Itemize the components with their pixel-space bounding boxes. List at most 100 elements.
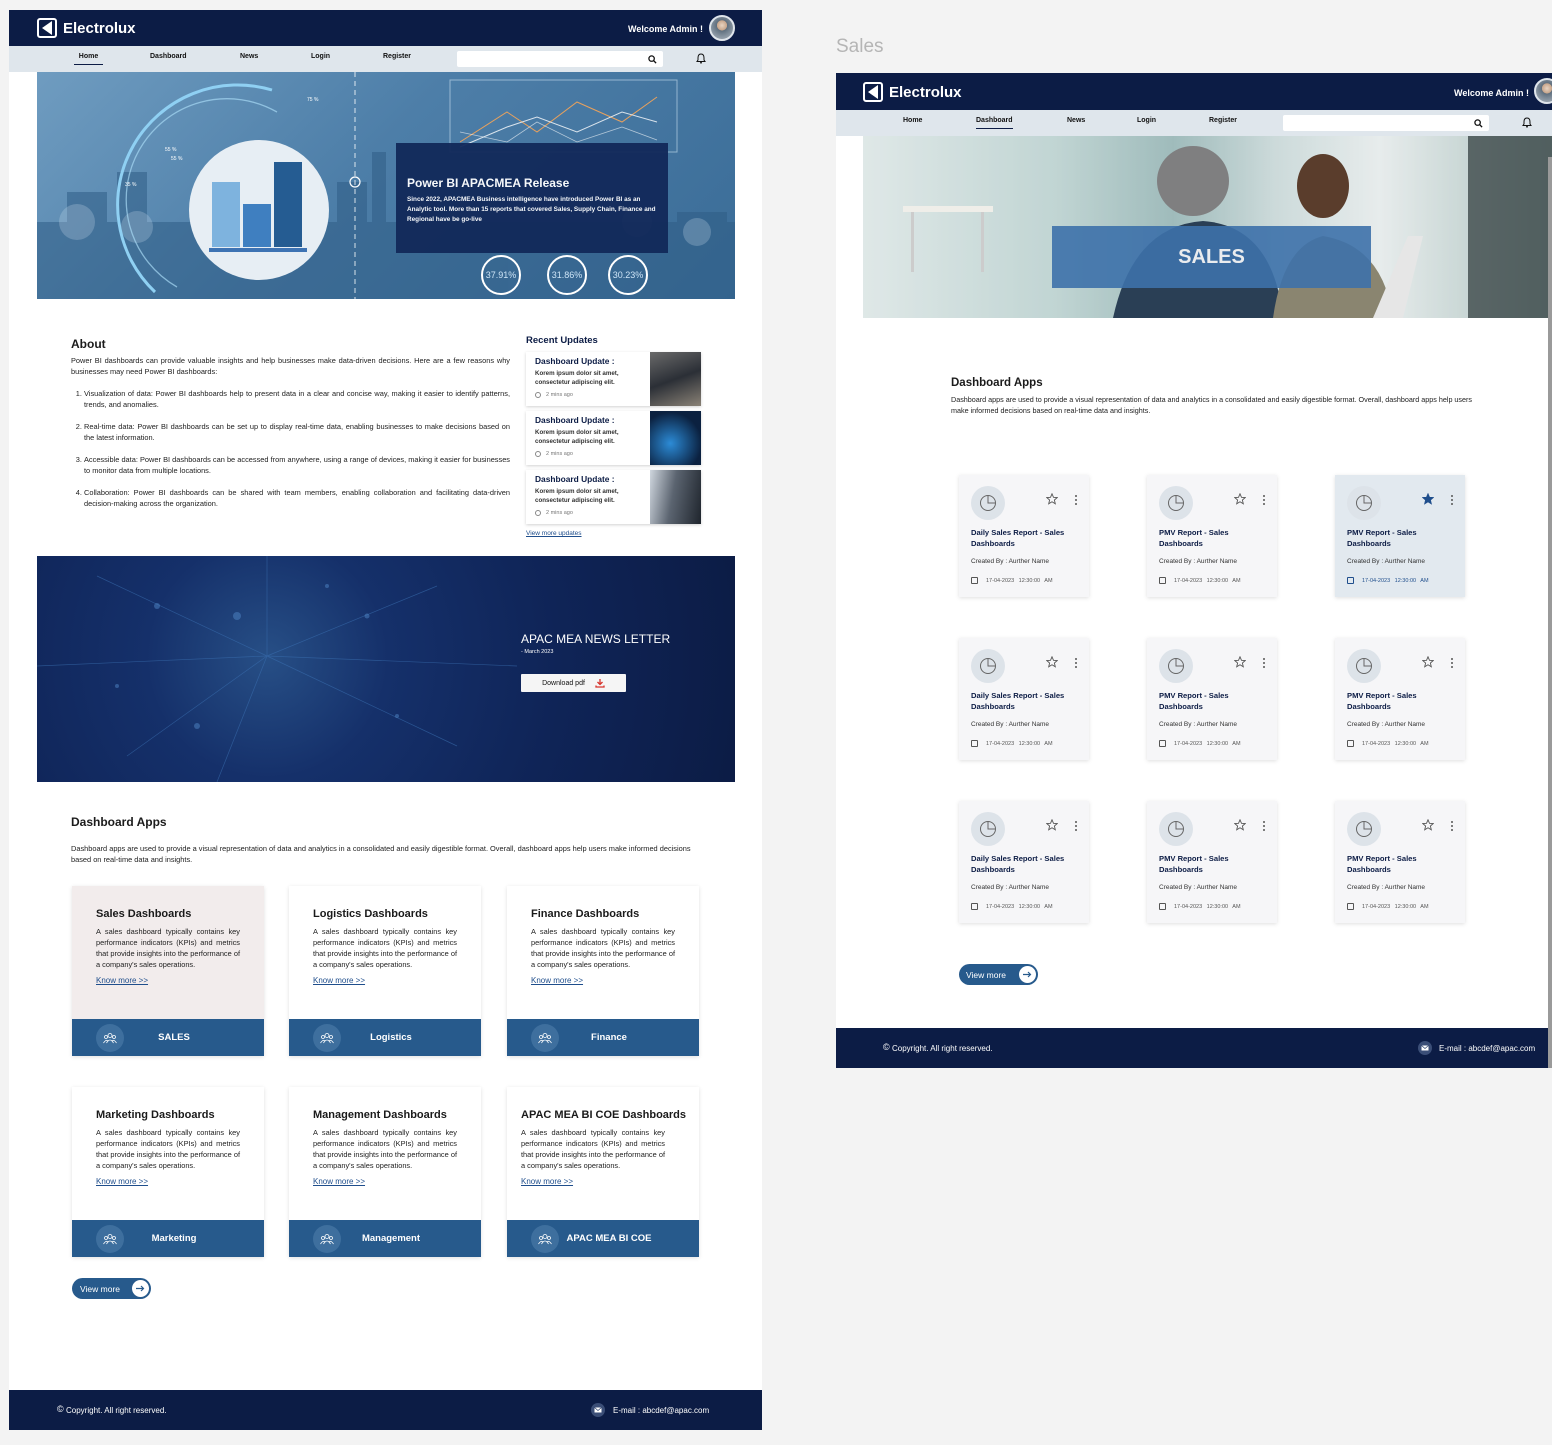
page-label-sales: Sales (836, 36, 884, 57)
arrow-right-icon (132, 1280, 149, 1297)
card-action-bar[interactable]: Logistics (289, 1019, 481, 1056)
download-pdf-button[interactable]: Download pdf (521, 674, 626, 692)
card-label: SALES (158, 1032, 190, 1043)
more-options-icon[interactable] (1451, 821, 1454, 833)
card-action-bar[interactable]: Management (289, 1220, 481, 1257)
newsletter-background-graphic (37, 556, 518, 782)
view-more-button[interactable]: View more (959, 964, 1038, 985)
more-options-icon[interactable] (1263, 495, 1266, 507)
know-more-link[interactable]: Know more >> (313, 1177, 365, 1186)
card-action-bar[interactable]: APAC MEA BI COE (507, 1220, 699, 1257)
avatar[interactable] (1534, 78, 1552, 104)
search-icon[interactable] (648, 55, 657, 64)
card-action-bar[interactable]: SALES (72, 1019, 264, 1056)
search-input[interactable] (457, 51, 663, 67)
report-card[interactable]: PMV Report - Sales Dashboards Created By… (1335, 475, 1465, 597)
more-options-icon[interactable] (1075, 658, 1078, 670)
star-icon[interactable] (1046, 656, 1058, 668)
more-options-icon[interactable] (1075, 821, 1078, 833)
nav-news[interactable]: News (240, 53, 258, 64)
nav-news[interactable]: News (1067, 117, 1085, 128)
nav-dashboard[interactable]: Dashboard (150, 53, 187, 64)
search-icon[interactable] (1474, 119, 1483, 128)
sales-banner-title: SALES (1178, 245, 1245, 268)
know-more-link[interactable]: Know more >> (96, 976, 148, 985)
report-card[interactable]: Daily Sales Report - Sales Dashboards Cr… (959, 475, 1089, 597)
category-card-sales[interactable]: Sales Dashboards A sales dashboard typic… (72, 886, 264, 1056)
star-filled-icon[interactable] (1422, 493, 1434, 505)
card-label: Finance (591, 1032, 627, 1043)
scrollbar[interactable] (1548, 157, 1552, 1068)
star-icon[interactable] (1422, 656, 1434, 668)
star-icon[interactable] (1234, 819, 1246, 831)
report-card[interactable]: PMV Report - Sales Dashboards Created By… (1335, 638, 1465, 760)
report-card[interactable]: Daily Sales Report - Sales Dashboards Cr… (959, 801, 1089, 923)
update-body: Korem ipsum dolor sit amet, consectetur … (535, 370, 619, 386)
nav-register[interactable]: Register (1209, 117, 1237, 128)
know-more-link[interactable]: Know more >> (531, 976, 583, 985)
view-more-updates-link[interactable]: View more updates (526, 530, 582, 537)
update-card-2[interactable]: Dashboard Update : Korem ipsum dolor sit… (526, 411, 701, 465)
mail-icon (1418, 1041, 1432, 1055)
nav-bar: Home Dashboard News Login Register (9, 46, 762, 72)
about-title: About (71, 337, 106, 351)
star-icon[interactable] (1046, 819, 1058, 831)
category-card-logistics[interactable]: Logistics Dashboards A sales dashboard t… (289, 886, 481, 1056)
nav-home[interactable]: Home (903, 117, 922, 128)
pie-chart-icon (1347, 812, 1381, 846)
card-label: APAC MEA BI COE (566, 1233, 652, 1244)
more-options-icon[interactable] (1451, 658, 1454, 670)
report-author: Created By : Aurther Name (971, 721, 1050, 728)
star-icon[interactable] (1234, 493, 1246, 505)
card-action-bar[interactable]: Finance (507, 1019, 699, 1056)
email-link[interactable]: E-mail : abcdef@apac.com (1439, 1044, 1535, 1053)
more-options-icon[interactable] (1263, 821, 1266, 833)
report-card[interactable]: Daily Sales Report - Sales Dashboards Cr… (959, 638, 1089, 760)
report-date: 17-04-2023 12:30:00 AM (986, 904, 1053, 910)
clock-icon (535, 392, 541, 398)
know-more-link[interactable]: Know more >> (313, 976, 365, 985)
nav-home[interactable]: Home (74, 53, 103, 65)
category-card-bi-coe[interactable]: APAC MEA BI COE Dashboards A sales dashb… (507, 1087, 699, 1257)
view-more-button[interactable]: View more (72, 1278, 151, 1299)
bar-chart-medallion (189, 140, 329, 280)
star-icon[interactable] (1046, 493, 1058, 505)
brand-logo[interactable]: Electrolux (863, 82, 962, 102)
update-time: 2 mins ago (546, 392, 573, 398)
know-more-link[interactable]: Know more >> (96, 1177, 148, 1186)
card-label: Management (361, 1233, 421, 1244)
bell-icon[interactable] (1522, 117, 1532, 128)
update-card-3[interactable]: Dashboard Update : Korem ipsum dolor sit… (526, 470, 701, 524)
report-card[interactable]: PMV Report - Sales Dashboards Created By… (1147, 801, 1277, 923)
more-options-icon[interactable] (1075, 495, 1078, 507)
email-link[interactable]: E-mail : abcdef@apac.com (613, 1406, 709, 1415)
calendar-icon (971, 577, 978, 584)
update-card-1[interactable]: Dashboard Update : Korem ipsum dolor sit… (526, 352, 701, 406)
welcome-text: Welcome Admin ! (628, 24, 704, 34)
nav-login[interactable]: Login (311, 53, 330, 64)
category-card-management[interactable]: Management Dashboards A sales dashboard … (289, 1087, 481, 1257)
nav-dashboard[interactable]: Dashboard (976, 117, 1013, 129)
dashboard-apps-title: Dashboard Apps (71, 815, 167, 829)
star-icon[interactable] (1234, 656, 1246, 668)
category-card-marketing[interactable]: Marketing Dashboards A sales dashboard t… (72, 1087, 264, 1257)
report-card[interactable]: PMV Report - Sales Dashboards Created By… (1335, 801, 1465, 923)
more-options-icon[interactable] (1451, 495, 1454, 507)
report-title: PMV Report - Sales Dashboards (1159, 854, 1229, 874)
brand-logo[interactable]: Electrolux (37, 18, 136, 38)
report-card[interactable]: PMV Report - Sales Dashboards Created By… (1147, 475, 1277, 597)
report-title: PMV Report - Sales Dashboards (1347, 691, 1417, 711)
avatar[interactable] (709, 15, 735, 41)
star-icon[interactable] (1422, 819, 1434, 831)
search-input[interactable] (1283, 115, 1489, 131)
bell-icon[interactable] (696, 53, 706, 64)
update-thumbnail (650, 470, 701, 524)
pie-chart-icon (1347, 486, 1381, 520)
more-options-icon[interactable] (1263, 658, 1266, 670)
nav-register[interactable]: Register (383, 53, 411, 64)
category-card-finance[interactable]: Finance Dashboards A sales dashboard typ… (507, 886, 699, 1056)
card-action-bar[interactable]: Marketing (72, 1220, 264, 1257)
nav-login[interactable]: Login (1137, 117, 1156, 128)
know-more-link[interactable]: Know more >> (521, 1177, 573, 1186)
report-card[interactable]: PMV Report - Sales Dashboards Created By… (1147, 638, 1277, 760)
